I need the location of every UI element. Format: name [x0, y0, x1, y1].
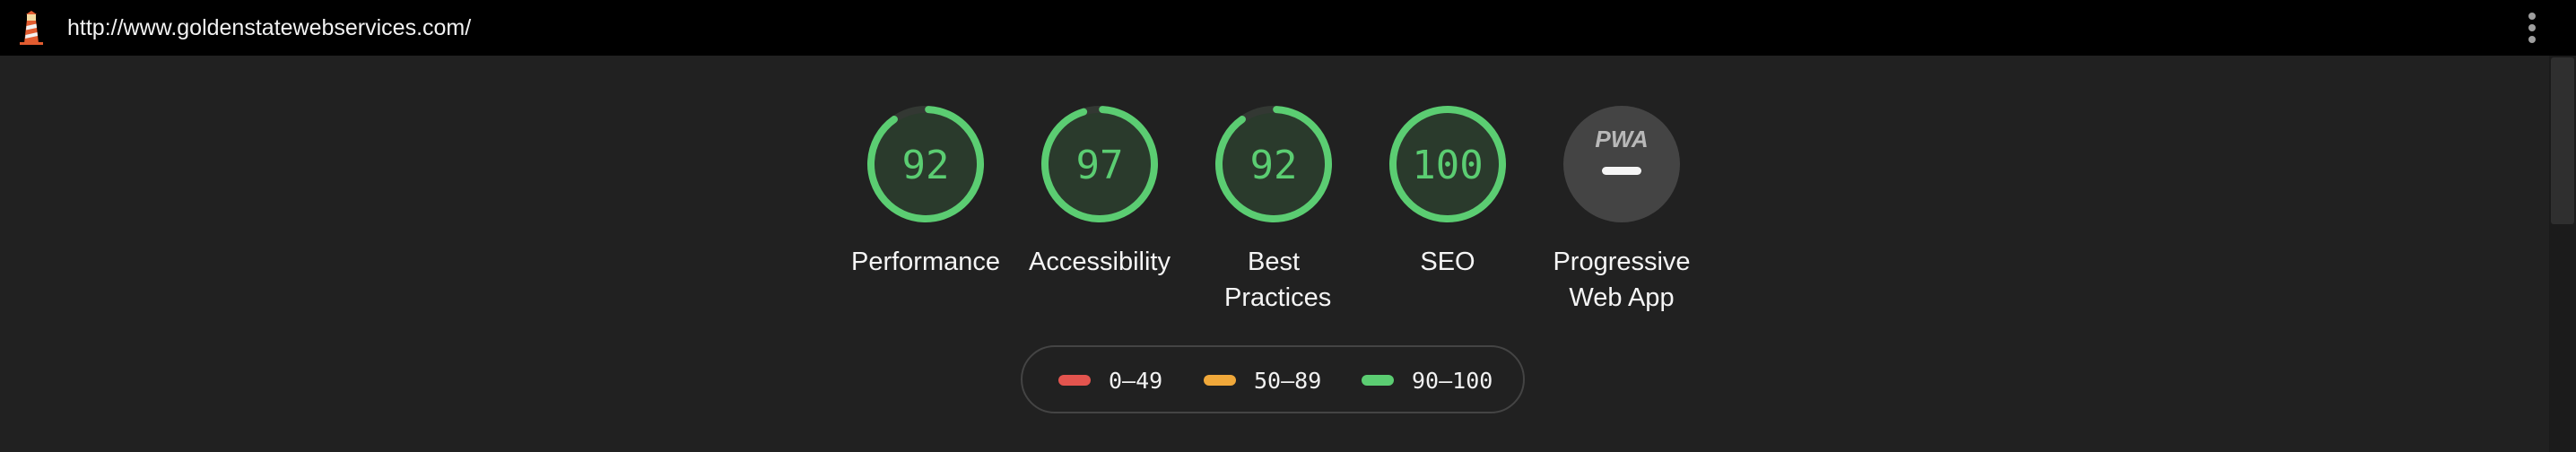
gauge-seo[interactable]: 100 SEO	[1367, 104, 1528, 280]
score-ring: 100	[1389, 105, 1506, 222]
pwa-badge-text: PWA	[1595, 126, 1648, 152]
scrollbar-thumb[interactable]	[2551, 57, 2574, 224]
gauge-score: 97	[1076, 143, 1124, 188]
legend-item-fail: 0–49	[1058, 367, 1162, 394]
top-bar: http://www.goldenstatewebservices.com/	[0, 0, 2576, 56]
page-url[interactable]: http://www.goldenstatewebservices.com/	[67, 13, 471, 43]
gauge-performance[interactable]: 92 Performance	[845, 104, 1006, 280]
pwa-circle	[1563, 106, 1680, 222]
vertical-dots-icon[interactable]	[2522, 11, 2542, 45]
score-ring: 97	[1041, 105, 1158, 222]
gauge-label: Progressive Web App	[1553, 248, 1691, 312]
gauge-label: Performance	[850, 248, 1000, 276]
legend-item-pass: 90–100	[1362, 367, 1493, 394]
gauge-score: 92	[1250, 143, 1298, 188]
gauge-label: Best Practices	[1224, 248, 1332, 312]
gauge-score: 92	[902, 143, 950, 188]
legend-swatch	[1058, 375, 1091, 386]
legend-range: 50–89	[1254, 367, 1322, 394]
gauge-best-practices[interactable]: 92 Best Practices	[1193, 104, 1354, 316]
legend-range: 90–100	[1412, 367, 1493, 394]
gauge-accessibility[interactable]: 97 Accessibility	[1019, 104, 1180, 280]
gauge-label: Accessibility	[1029, 248, 1171, 276]
pwa-dash-icon	[1602, 167, 1641, 175]
gauge-pwa[interactable]: PWA Progressive Web App	[1541, 104, 1702, 316]
legend-range: 0–49	[1109, 367, 1163, 394]
legend-swatch	[1362, 375, 1394, 386]
scrollbar[interactable]	[2549, 56, 2576, 452]
gauge-score: 100	[1412, 143, 1483, 188]
score-legend: 0–49 50–89 90–100	[1021, 345, 1525, 413]
gauge-label: SEO	[1420, 248, 1475, 276]
pwa-badge: PWA	[1563, 106, 1680, 222]
score-ring: 92	[867, 105, 984, 222]
lighthouse-icon	[20, 11, 43, 45]
score-ring: 92	[1215, 105, 1332, 222]
legend-swatch	[1204, 375, 1236, 386]
legend-item-average: 50–89	[1204, 367, 1321, 394]
